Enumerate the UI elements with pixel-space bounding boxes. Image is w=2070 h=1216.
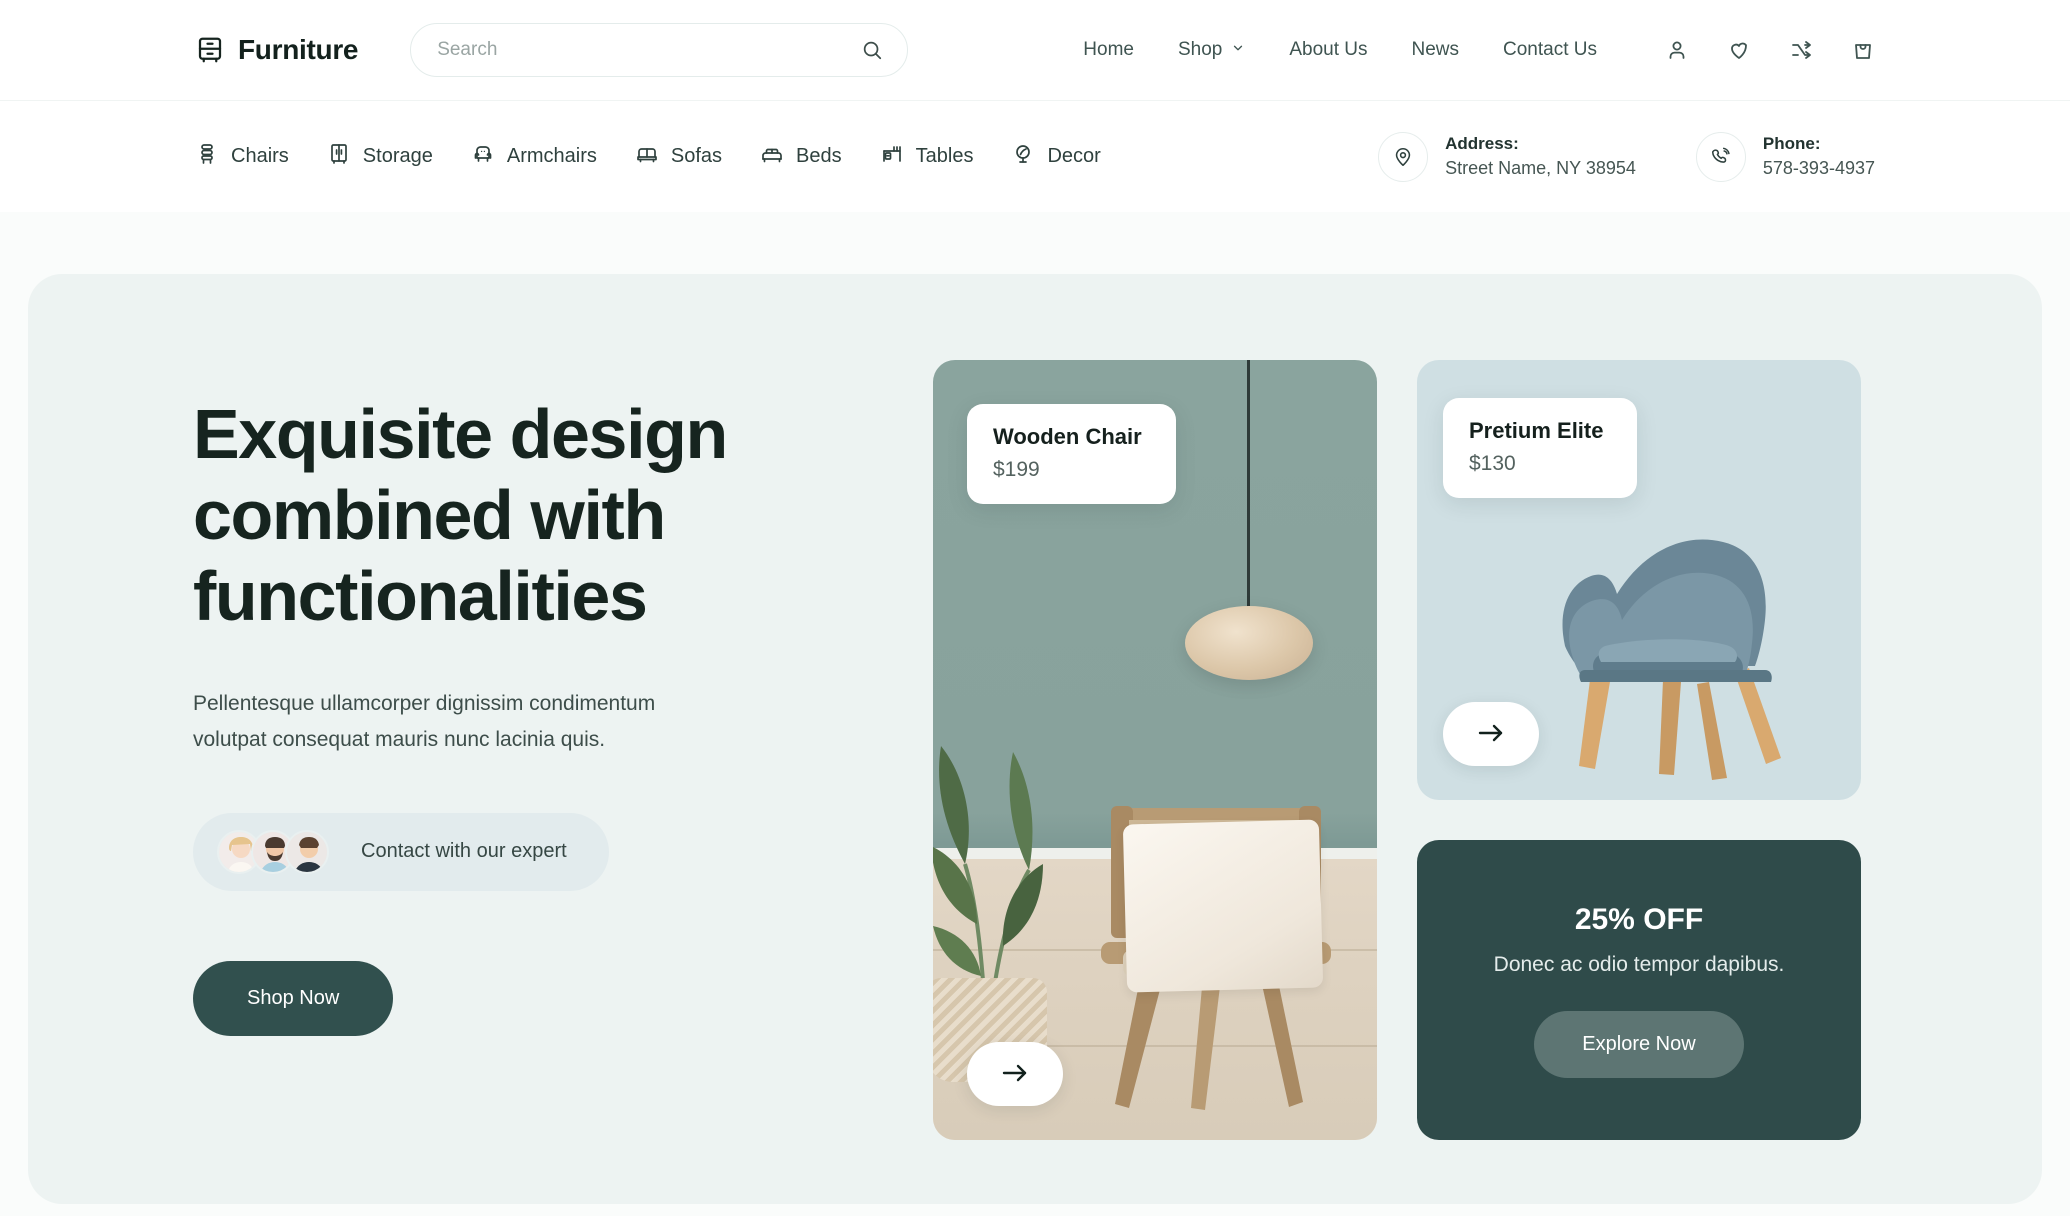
expert-avatars	[217, 829, 329, 874]
avatar	[285, 829, 329, 874]
mirror-decor-icon	[1011, 142, 1035, 172]
product-card-pretium-elite[interactable]: Pretium Elite $130	[1417, 360, 1861, 800]
phone-ring-icon	[1695, 131, 1746, 182]
category-decor[interactable]: Decor	[1011, 142, 1101, 172]
category-label: Armchairs	[506, 145, 597, 167]
nav-label: News	[1411, 39, 1460, 60]
featured-product-arrow-button[interactable]	[967, 1042, 1063, 1106]
main-menu: Home Shop About Us News Contact Us	[1083, 39, 1597, 61]
nav-item-shop[interactable]: Shop	[1178, 39, 1245, 61]
phone-block[interactable]: Phone: 578-393-4937	[1695, 131, 1875, 182]
category-label: Sofas	[670, 145, 723, 167]
nav-label: Contact Us	[1503, 39, 1597, 60]
top-navigation-bar: Furniture Home Shop About Us News Contac…	[0, 0, 2070, 100]
category-list: Chairs Storage Armchairs Sofas Beds Tabl…	[195, 142, 1101, 172]
category-armchairs[interactable]: Armchairs	[471, 142, 597, 172]
category-chairs[interactable]: Chairs	[195, 142, 289, 172]
brand-name: Furniture	[238, 34, 359, 65]
product-tag[interactable]: Wooden Chair $199	[967, 404, 1176, 504]
nav-item-news[interactable]: News	[1412, 39, 1460, 61]
bed-icon	[760, 142, 784, 172]
arrow-right-icon	[1476, 722, 1506, 747]
contact-expert-pill[interactable]: Contact with our expert	[193, 812, 609, 891]
hero-section-wrapper: Exquisite design combined with functiona…	[0, 212, 2070, 1204]
nav-label: About Us	[1289, 39, 1368, 60]
nav-item-home[interactable]: Home	[1083, 39, 1134, 61]
cabinet-icon	[327, 142, 351, 172]
category-label: Tables	[915, 145, 974, 167]
promo-title: 25% OFF	[1574, 902, 1704, 936]
armchair-icon	[471, 142, 495, 172]
product-name: Pretium Elite	[1469, 418, 1604, 443]
hero-section: Exquisite design combined with functiona…	[28, 274, 2042, 1204]
search-box[interactable]	[410, 23, 909, 77]
category-label: Storage	[362, 145, 433, 167]
category-bar: Chairs Storage Armchairs Sofas Beds Tabl…	[0, 100, 2070, 212]
header-contact-info: Address: Street Name, NY 38954 Phone: 57…	[1378, 131, 1875, 182]
promo-subtitle: Donec ac odio tempor dapibus.	[1493, 952, 1785, 976]
white-cushion	[1122, 819, 1324, 993]
header-action-icons	[1665, 38, 1875, 62]
hero-product-showcase: Wooden Chair $199 Pretium Elite $130 25%…	[933, 352, 2042, 1204]
phone-value: 578-393-4937	[1762, 157, 1875, 178]
product-name: Wooden Chair	[993, 424, 1142, 449]
location-pin-icon	[1378, 131, 1429, 182]
category-label: Decor	[1047, 145, 1101, 167]
nav-label: Shop	[1177, 39, 1223, 60]
pendant-lamp-icon	[1185, 606, 1313, 680]
promo-card: 25% OFF Donec ac odio tempor dapibus. Ex…	[1417, 840, 1861, 1140]
table-icon	[880, 142, 904, 172]
nav-item-about-us[interactable]: About Us	[1289, 39, 1367, 61]
category-sofas[interactable]: Sofas	[635, 142, 722, 172]
shopping-bag-icon[interactable]	[1851, 38, 1875, 62]
armchair-photo	[1513, 458, 1843, 788]
product-price: $199	[993, 458, 1040, 481]
address-value: Street Name, NY 38954	[1445, 157, 1636, 178]
address-block[interactable]: Address: Street Name, NY 38954	[1378, 131, 1636, 182]
user-account-icon[interactable]	[1665, 38, 1689, 62]
arrow-right-icon	[1000, 1062, 1030, 1087]
chevron-down-icon	[1231, 39, 1245, 61]
phone-label: Phone:	[1762, 133, 1821, 153]
category-label: Beds	[796, 145, 842, 167]
pendant-lamp-cord	[1247, 360, 1250, 610]
nav-label: Home	[1083, 39, 1134, 60]
category-label: Chairs	[231, 145, 289, 167]
category-storage[interactable]: Storage	[327, 142, 433, 172]
address-label: Address:	[1445, 133, 1519, 153]
expert-label: Contact with our expert	[361, 840, 567, 863]
category-beds[interactable]: Beds	[760, 142, 842, 172]
search-icon[interactable]	[861, 39, 883, 61]
hero-subtitle: Pellentesque ullamcorper dignissim condi…	[193, 691, 656, 751]
product-price: $130	[1469, 452, 1516, 475]
dresser-logo-icon	[195, 35, 225, 65]
explore-now-button[interactable]: Explore Now	[1534, 1010, 1744, 1078]
compare-shuffle-icon[interactable]	[1789, 38, 1813, 62]
heart-wishlist-icon[interactable]	[1727, 38, 1751, 62]
showcase-right-column: Pretium Elite $130 25% OFF Donec ac odio…	[1417, 360, 1861, 1204]
hero-title: Exquisite design combined with functiona…	[193, 395, 728, 636]
sofa-icon	[635, 142, 659, 172]
shop-now-button[interactable]: Shop Now	[193, 960, 394, 1036]
search-input[interactable]	[437, 39, 862, 61]
product-tag[interactable]: Pretium Elite $130	[1443, 398, 1638, 498]
featured-product-image-card[interactable]: Wooden Chair $199	[933, 360, 1377, 1140]
chair-icon	[195, 142, 219, 172]
nav-item-contact-us[interactable]: Contact Us	[1503, 39, 1597, 61]
product-arrow-button[interactable]	[1443, 702, 1539, 766]
category-tables[interactable]: Tables	[880, 142, 974, 172]
hero-content: Exquisite design combined with functiona…	[28, 352, 933, 1204]
brand-logo[interactable]: Furniture	[195, 34, 358, 66]
